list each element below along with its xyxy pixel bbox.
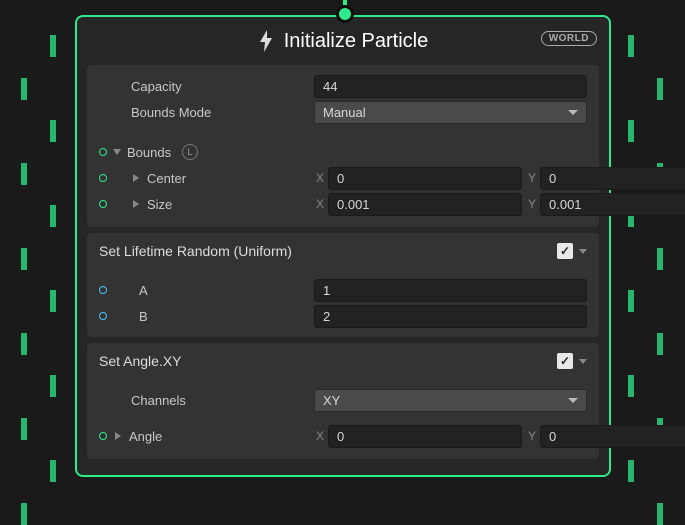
channels-value: XY	[323, 393, 340, 408]
lifetime-title: Set Lifetime Random (Uniform)	[99, 243, 292, 259]
bounds-mode-label: Bounds Mode	[99, 105, 314, 120]
angle-expand-icon[interactable]	[115, 432, 121, 440]
channels-dropdown[interactable]: XY	[314, 389, 587, 412]
capacity-label: Capacity	[99, 79, 314, 94]
axis-y-label: Y	[526, 197, 536, 211]
chevron-down-icon	[568, 110, 578, 115]
center-y-input[interactable]	[540, 167, 685, 190]
center-label: Center	[147, 171, 186, 186]
size-expand-icon[interactable]	[133, 200, 139, 208]
bounds-mode-dropdown[interactable]: Manual	[314, 101, 587, 124]
bolt-icon	[258, 30, 274, 52]
world-tag[interactable]: WORLD	[541, 31, 597, 46]
lifetime-a-label: A	[139, 283, 148, 298]
angle-x-input[interactable]	[328, 425, 522, 448]
lifetime-a-port[interactable]	[99, 286, 107, 294]
axis-x-label: X	[314, 429, 324, 443]
lifetime-section: Set Lifetime Random (Uniform) ✓ A	[87, 233, 599, 337]
size-label: Size	[147, 197, 172, 212]
lifetime-a-input[interactable]	[314, 279, 587, 302]
center-x-input[interactable]	[328, 167, 522, 190]
initialize-particle-node: Initialize Particle WORLD Capacity Bound…	[75, 15, 611, 477]
bounds-port[interactable]	[99, 148, 107, 156]
angle-menu-icon[interactable]	[579, 359, 587, 364]
size-x-input[interactable]	[328, 193, 522, 216]
angle-label: Angle	[129, 429, 162, 444]
lifetime-enabled-checkbox[interactable]: ✓	[557, 243, 573, 259]
axis-x-label: X	[314, 171, 324, 185]
center-port[interactable]	[99, 174, 107, 182]
angle-y-input[interactable]	[540, 425, 685, 448]
axis-y-label: Y	[526, 429, 536, 443]
bounds-label: Bounds	[127, 145, 171, 160]
lifetime-b-label: B	[139, 309, 148, 324]
angle-enabled-checkbox[interactable]: ✓	[557, 353, 573, 369]
local-badge[interactable]: L	[182, 144, 198, 160]
node-title: Initialize Particle	[284, 30, 429, 53]
capacity-section: Capacity Bounds Mode Manual	[87, 65, 599, 227]
node-input-connector[interactable]	[336, 5, 354, 23]
angle-port[interactable]	[99, 432, 107, 440]
bounds-collapse-icon[interactable]	[113, 149, 121, 155]
lifetime-b-input[interactable]	[314, 305, 587, 328]
axis-y-label: Y	[526, 171, 536, 185]
capacity-input[interactable]	[314, 75, 587, 98]
chevron-down-icon	[568, 398, 578, 403]
size-y-input[interactable]	[540, 193, 685, 216]
center-expand-icon[interactable]	[133, 174, 139, 182]
angle-section: Set Angle.XY ✓ Channels XY	[87, 343, 599, 459]
node-header: Initialize Particle WORLD	[77, 17, 609, 65]
lifetime-b-port[interactable]	[99, 312, 107, 320]
angle-title: Set Angle.XY	[99, 353, 182, 369]
channels-label: Channels	[99, 393, 314, 408]
bounds-mode-value: Manual	[323, 105, 366, 120]
size-port[interactable]	[99, 200, 107, 208]
lifetime-menu-icon[interactable]	[579, 249, 587, 254]
axis-x-label: X	[314, 197, 324, 211]
